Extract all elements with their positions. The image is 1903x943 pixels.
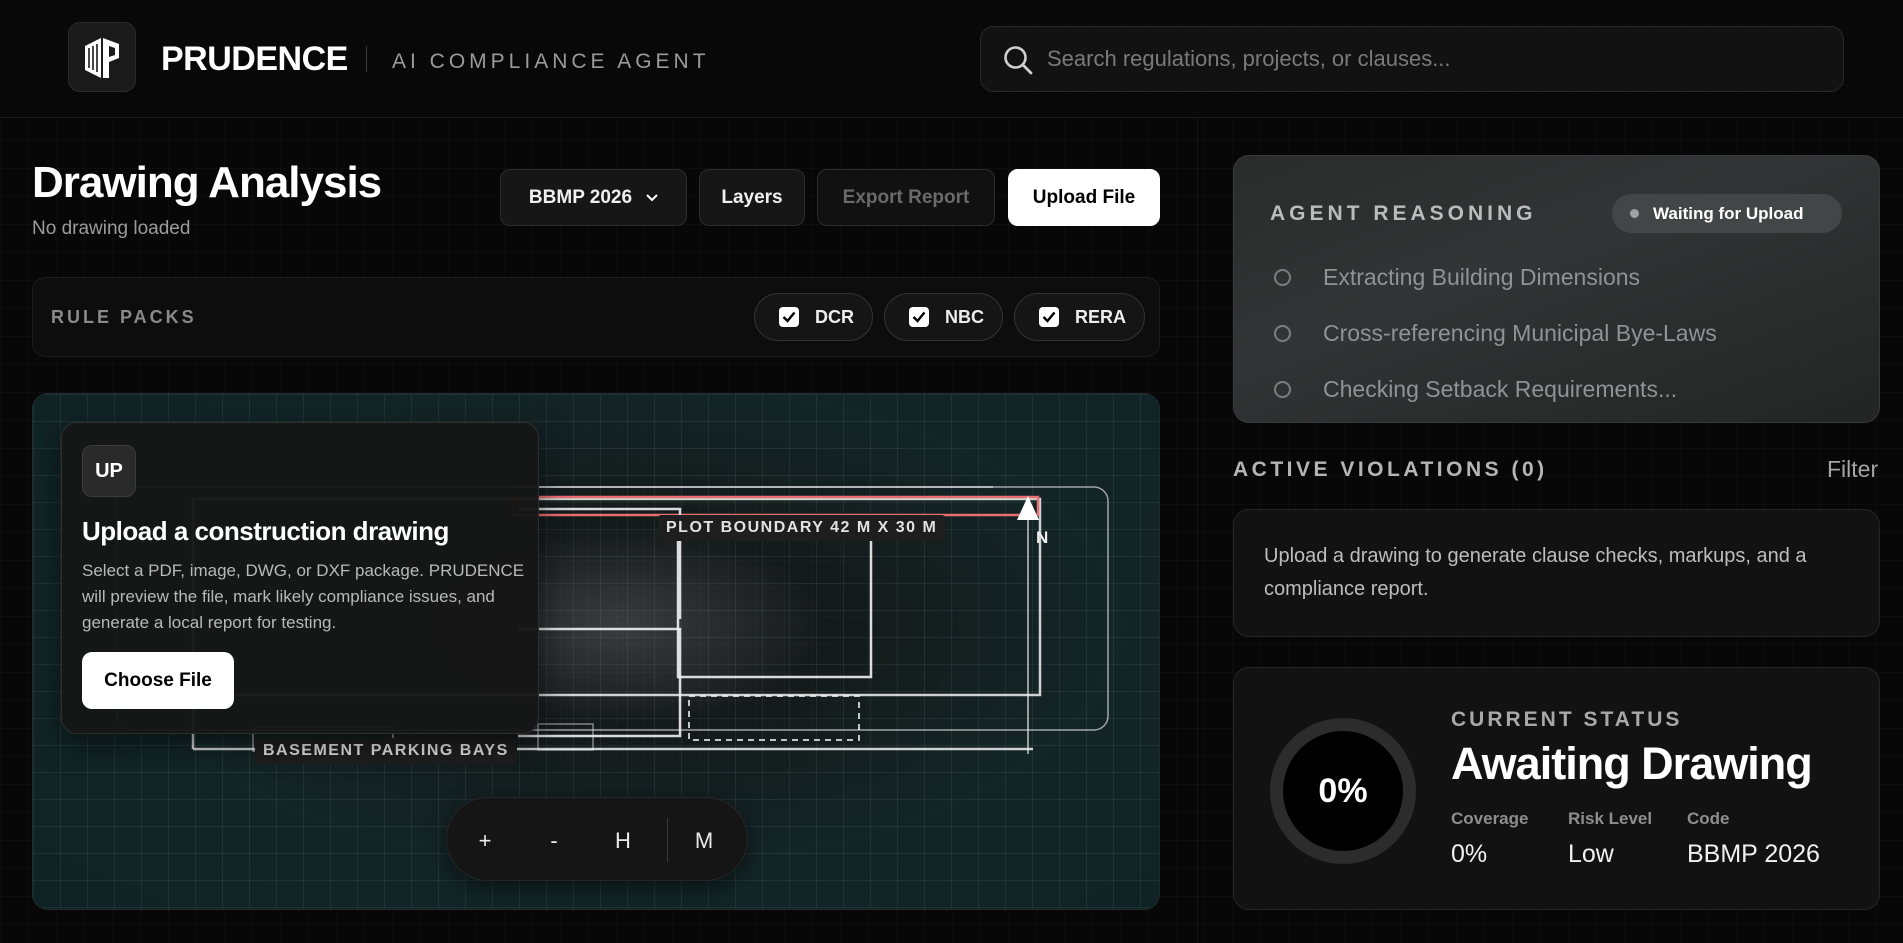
rule-packs-bar: RULE PACKS DCR NBC RERA bbox=[32, 277, 1160, 357]
reasoning-step-label: Checking Setback Requirements... bbox=[1323, 376, 1678, 402]
drawing-canvas[interactable]: PLOT BOUNDARY 42 M X 30 M BASEMENT PARKI… bbox=[32, 393, 1160, 910]
home-view-button[interactable]: H bbox=[603, 824, 643, 858]
metric-value-code: BBMP 2026 bbox=[1687, 840, 1820, 868]
checkbox-checked-icon[interactable] bbox=[779, 307, 799, 327]
metric-label-coverage: Coverage bbox=[1451, 809, 1529, 828]
status-dot-icon bbox=[1630, 209, 1639, 218]
rule-pack-label: DCR bbox=[815, 306, 854, 327]
rule-pack-dcr[interactable]: DCR bbox=[754, 293, 873, 341]
upload-card-description: Select a PDF, image, DWG, or DXF package… bbox=[82, 561, 525, 632]
violations-empty-text: Upload a drawing to generate clause chec… bbox=[1264, 545, 1807, 600]
code-select-value: BBMP 2026 bbox=[528, 186, 633, 208]
search-icon bbox=[1004, 46, 1033, 75]
rule-pack-label: NBC bbox=[945, 306, 984, 327]
reasoning-step: Cross-referencing Municipal Bye-Laws bbox=[1274, 320, 1717, 347]
checkbox-checked-icon[interactable] bbox=[909, 307, 929, 327]
status-badge: Waiting for Upload bbox=[1612, 194, 1842, 233]
step-pending-icon bbox=[1274, 269, 1291, 286]
rule-packs-label: RULE PACKS bbox=[51, 307, 197, 327]
north-arrow-label: N bbox=[1036, 528, 1049, 547]
active-violations-title: ACTIVE VIOLATIONS (0) bbox=[1233, 458, 1548, 481]
reasoning-step: Extracting Building Dimensions bbox=[1274, 264, 1640, 291]
plot-boundary-label: PLOT BOUNDARY 42 M X 30 M bbox=[658, 515, 946, 541]
current-status-label: CURRENT STATUS bbox=[1451, 708, 1683, 731]
brand-divider bbox=[366, 46, 367, 72]
zoom-in-button[interactable]: + bbox=[465, 824, 505, 858]
zoom-toolbar: + - H M bbox=[446, 797, 748, 881]
reasoning-step-label: Extracting Building Dimensions bbox=[1323, 264, 1641, 290]
upload-badge: UP bbox=[82, 445, 136, 497]
metric-label-code: Code bbox=[1687, 809, 1730, 828]
violations-empty-card: Upload a drawing to generate clause chec… bbox=[1233, 509, 1880, 637]
upload-card-title: Upload a construction drawing bbox=[82, 516, 449, 546]
upload-file-button[interactable]: Upload File bbox=[1008, 169, 1160, 226]
metric-label-risk-level: Risk Level bbox=[1568, 809, 1653, 828]
code-select[interactable]: BBMP 2026 bbox=[500, 169, 687, 226]
reasoning-step: Checking Setback Requirements... bbox=[1274, 376, 1677, 403]
page-title: Drawing Analysis bbox=[32, 158, 382, 207]
brand-subtitle: AI COMPLIANCE AGENT bbox=[392, 50, 710, 73]
rule-pack-label: RERA bbox=[1075, 306, 1127, 327]
export-report-button[interactable]: Export Report bbox=[817, 169, 995, 226]
chevron-down-icon bbox=[646, 193, 658, 201]
zoom-toolbar-divider bbox=[667, 818, 668, 862]
rule-pack-nbc[interactable]: NBC bbox=[884, 293, 1003, 341]
current-status-title: Awaiting Drawing bbox=[1451, 738, 1813, 789]
top-header: PRUDENCE AI COMPLIANCE AGENT bbox=[0, 0, 1903, 118]
search-input[interactable] bbox=[1047, 27, 1827, 91]
upload-card: UP Upload a construction drawing Select … bbox=[61, 422, 539, 734]
agent-reasoning-title: AGENT REASONING bbox=[1270, 202, 1537, 225]
measure-button[interactable]: M bbox=[684, 824, 724, 858]
logo[interactable] bbox=[68, 22, 136, 92]
page-subtitle: No drawing loaded bbox=[32, 218, 191, 239]
step-pending-icon bbox=[1274, 325, 1291, 342]
panel-divider bbox=[1197, 118, 1198, 943]
step-pending-icon bbox=[1274, 381, 1291, 398]
progress-value: 0% bbox=[1283, 731, 1403, 851]
filter-button[interactable]: Filter bbox=[1827, 456, 1878, 483]
checkbox-checked-icon[interactable] bbox=[1039, 307, 1059, 327]
zoom-out-button[interactable]: - bbox=[534, 824, 574, 858]
progress-ring: 0% bbox=[1270, 718, 1416, 864]
metric-value-risk-level: Low bbox=[1568, 840, 1614, 868]
current-status-card: 0% CURRENT STATUS Awaiting Drawing Cover… bbox=[1233, 667, 1880, 910]
logo-icon bbox=[85, 38, 119, 78]
rule-pack-rera[interactable]: RERA bbox=[1014, 293, 1146, 341]
status-badge-label: Waiting for Upload bbox=[1653, 203, 1804, 223]
search-bar[interactable] bbox=[980, 26, 1844, 92]
choose-file-button[interactable]: Choose File bbox=[82, 652, 234, 709]
agent-reasoning-panel: AGENT REASONING Waiting for Upload Extra… bbox=[1233, 155, 1880, 423]
parking-bays-label: BASEMENT PARKING BAYS bbox=[255, 738, 517, 764]
brand-name: PRUDENCE bbox=[161, 40, 348, 78]
reasoning-step-label: Cross-referencing Municipal Bye-Laws bbox=[1323, 320, 1717, 346]
metric-value-coverage: 0% bbox=[1451, 840, 1488, 868]
layers-button[interactable]: Layers bbox=[699, 169, 805, 226]
